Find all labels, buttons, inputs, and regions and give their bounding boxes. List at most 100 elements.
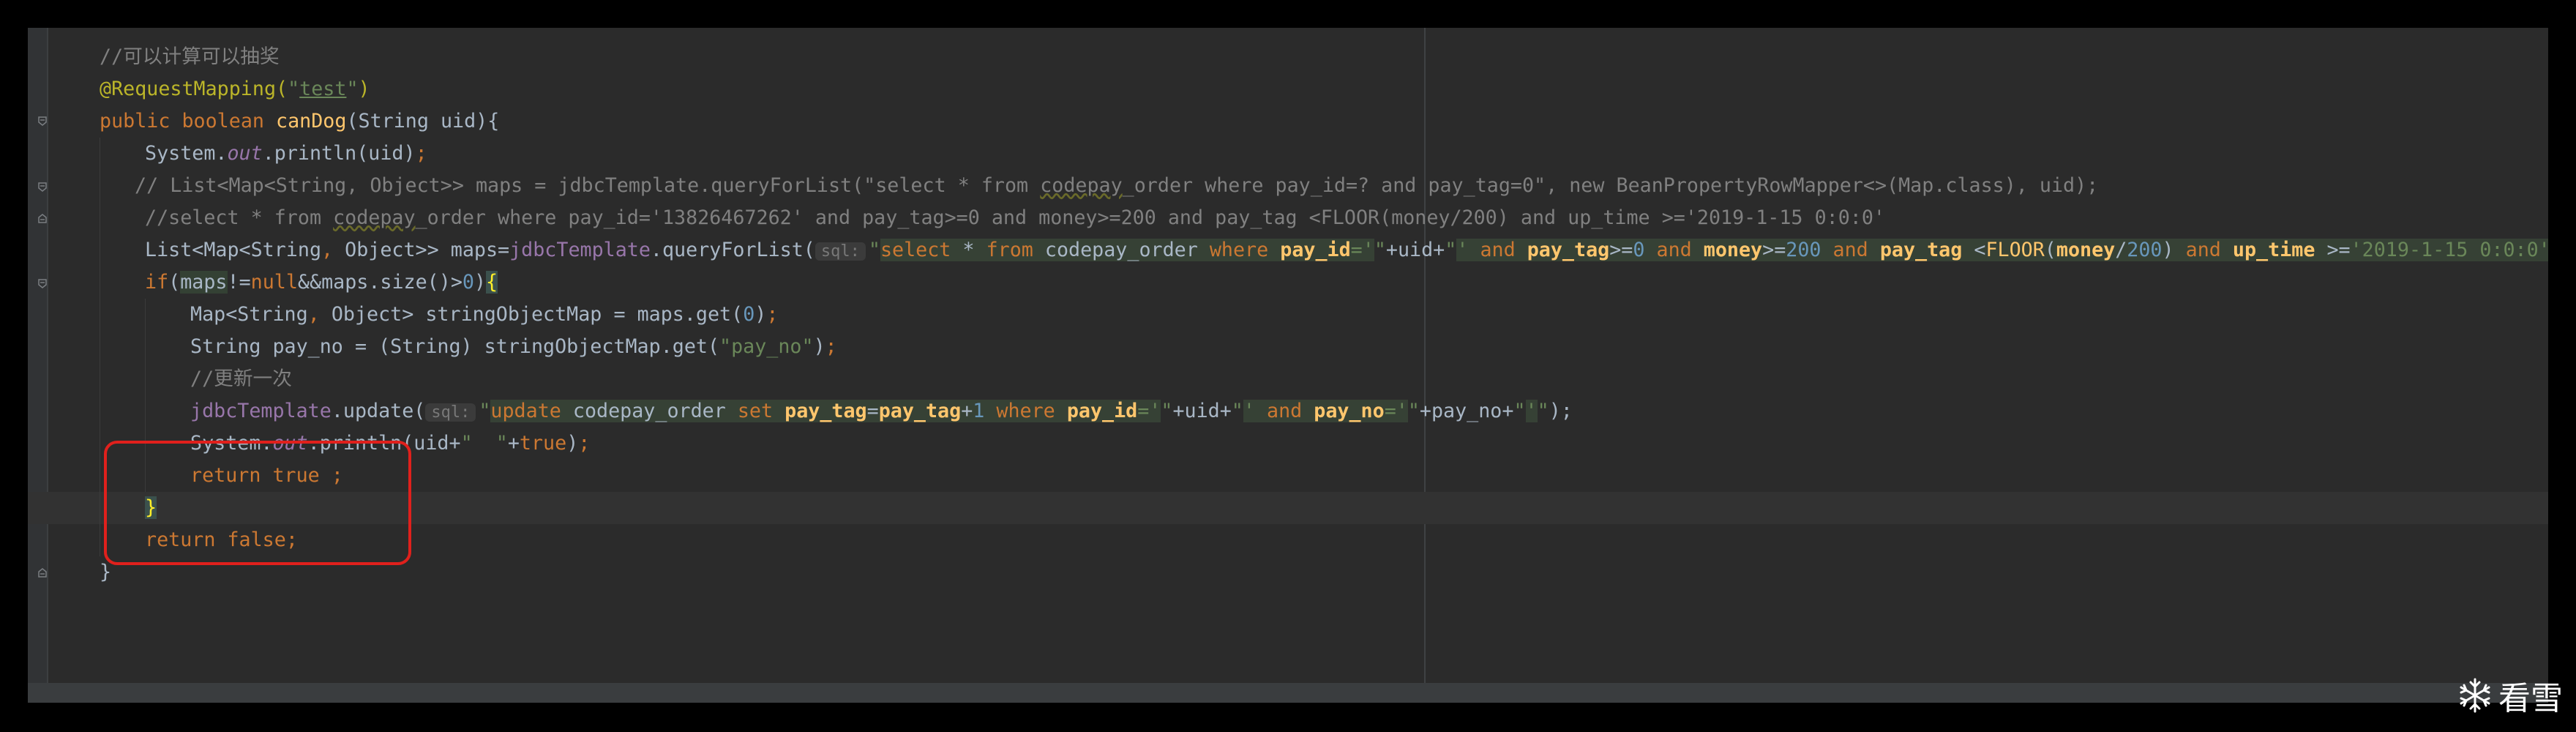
code-token: select [880, 239, 963, 261]
code-line-text[interactable]: //可以计算可以抽奖 [100, 41, 280, 73]
code-token: pay_id [1066, 400, 1138, 422]
code-token: 0 [743, 303, 755, 326]
code-token: pay_no [1314, 400, 1385, 422]
indent-guide [145, 395, 146, 427]
code-line-text[interactable]: // List<Map<String, Object>> maps = jdbc… [135, 170, 2098, 202]
code-line[interactable]: System.out.println(uid); [28, 138, 2548, 170]
code-token: " [1161, 400, 1173, 422]
code-line-text[interactable]: Map<String, Object> stringObjectMap = ma… [190, 299, 778, 331]
code-token: ( [168, 271, 181, 294]
code-token: pay_tag [878, 400, 962, 422]
code-token: ) [755, 303, 767, 326]
code-token: codepay_order [572, 400, 738, 422]
code-line-text[interactable]: //select * from codepay_order where pay_… [145, 202, 1885, 234]
code-line-text[interactable]: //更新一次 [190, 363, 292, 395]
code-token: update [490, 400, 573, 422]
code-token: ); [1549, 400, 1573, 422]
code-token: codepay [333, 206, 416, 229]
code-line-text[interactable]: System.out.println(uid); [145, 138, 427, 170]
code-token: List<Map<String [145, 239, 322, 261]
code-token: true [519, 432, 567, 455]
code-line-text[interactable]: jdbcTemplate.update(sql: "update codepay_… [190, 395, 1573, 429]
code-token: ; [578, 432, 591, 455]
code-token: " " [460, 432, 508, 455]
code-token: Object> stringObjectMap = maps.get( [331, 303, 744, 326]
inlay-hint: sql: [815, 242, 866, 261]
code-token: .println(uid) [262, 142, 416, 165]
code-token: where [1209, 239, 1281, 261]
code-token: codepay [1040, 174, 1123, 197]
watermark-text: 看雪 [2498, 680, 2563, 717]
code-token: ) [2162, 239, 2186, 261]
code-token: if [145, 271, 169, 294]
code-token: " [479, 400, 491, 422]
code-token: +uid+ [1172, 400, 1232, 422]
code-line[interactable]: @RequestMapping("test") [28, 73, 2548, 105]
code-token: @RequestMapping( [100, 78, 288, 100]
code-token: boolean [181, 110, 277, 132]
code-token: FLOOR [1985, 239, 2045, 261]
code-line[interactable]: String pay_no = (String) stringObjectMap… [28, 331, 2548, 363]
code-token: codepay_order [1044, 239, 1210, 261]
code-editor[interactable]: //可以计算可以抽奖 @RequestMapping("test") public … [28, 28, 2548, 703]
code-line[interactable]: if(maps!=null&&maps.size()>0){ [28, 266, 2548, 299]
code-token: and [1656, 239, 1704, 261]
horizontal-scrollbar[interactable] [28, 683, 2548, 703]
code-line-text[interactable]: @RequestMapping("test") [100, 73, 370, 105]
code-token: ) [473, 271, 487, 294]
indent-guide [145, 299, 146, 331]
code-line[interactable]: Map<String, Object> stringObjectMap = ma… [28, 299, 2548, 331]
code-token: Map<String [190, 303, 308, 326]
code-token: //更新一次 [190, 367, 292, 390]
code-token: //可以计算可以抽奖 [100, 45, 280, 68]
code-token: "pay_no" [719, 335, 814, 358]
code-token: ' [1243, 400, 1267, 422]
code-token: ) [566, 432, 579, 455]
code-line[interactable]: List<Map<String, Object>> maps=jdbcTempl… [28, 234, 2548, 266]
code-token: ( [2044, 239, 2056, 261]
code-token: ; [825, 335, 837, 358]
code-token: System. [145, 142, 228, 165]
code-token: and [1480, 239, 1527, 261]
code-token: >= [1762, 239, 1786, 261]
code-line[interactable]: //可以计算可以抽奖 [28, 41, 2548, 73]
code-token: / [2115, 239, 2127, 261]
code-line-text[interactable]: String pay_no = (String) stringObjectMap… [190, 331, 837, 363]
code-token: ) [358, 78, 370, 100]
code-token: 1 [973, 400, 997, 422]
code-token: pay_id [1280, 239, 1351, 261]
code-token: =' [1384, 400, 1408, 422]
code-line-text[interactable]: List<Map<String, Object>> maps=jdbcTempl… [145, 234, 2548, 268]
code-token: " [1537, 400, 1549, 422]
code-token: (String uid){ [346, 110, 500, 132]
code-token: and [2185, 239, 2233, 261]
code-token: = [866, 400, 879, 422]
code-token: ; [415, 142, 427, 165]
code-token: // List<Map<String, Object>> maps = jdbc… [135, 174, 1041, 197]
inlay-hint: sql: [425, 403, 476, 422]
code-token: { [486, 271, 498, 294]
code-token: +uid+ [1385, 239, 1445, 261]
code-token: _order where pay_id='13826467262' and pa… [415, 206, 1885, 229]
code-token: , [307, 303, 332, 326]
code-token: where [996, 400, 1067, 422]
code-line-text[interactable]: if(maps!=null&&maps.size()>0){ [145, 266, 498, 299]
code-line[interactable]: //更新一次 [28, 363, 2548, 395]
code-line[interactable]: // List<Map<String, Object>> maps = jdbc… [28, 170, 2548, 202]
code-token: from [986, 239, 1045, 261]
code-line-text[interactable]: public boolean canDog(String uid){ [100, 105, 499, 138]
code-token: " [346, 78, 359, 100]
code-token: money [1703, 239, 1763, 261]
code-line[interactable]: //select * from codepay_order where pay_… [28, 202, 2548, 234]
code-token: + [507, 432, 520, 455]
code-line[interactable]: public boolean canDog(String uid){ [28, 105, 2548, 138]
code-token: and [1267, 400, 1314, 422]
code-token: != [227, 271, 251, 294]
code-token: + [961, 400, 973, 422]
code-token: .queryForList( [650, 239, 815, 261]
code-token: canDog [276, 110, 347, 132]
code-token: ) [813, 335, 825, 358]
indent-guide [145, 331, 146, 363]
code-token: test [299, 78, 347, 100]
code-line[interactable]: jdbcTemplate.update(sql: "update codepay_… [28, 395, 2548, 427]
